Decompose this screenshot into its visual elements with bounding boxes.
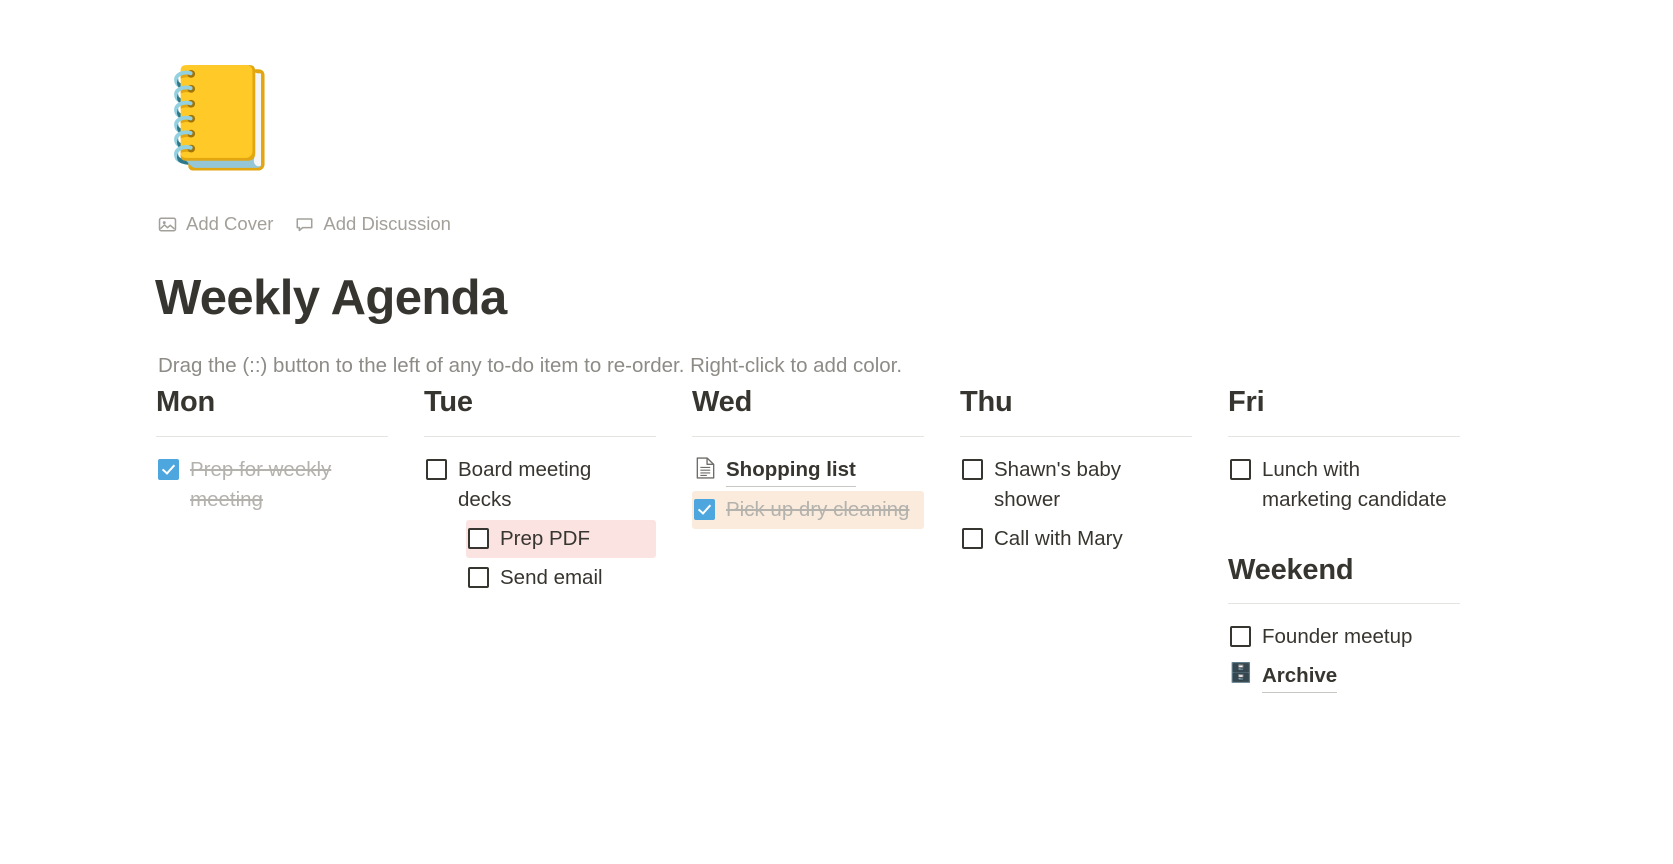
column-wed: Wed Shopping list Pick up dry cleaning xyxy=(692,383,960,530)
page-link-label: Archive xyxy=(1262,661,1338,694)
page-description: Drag the (::) button to the left of any … xyxy=(158,353,903,377)
checkbox-unchecked[interactable] xyxy=(1230,626,1251,648)
page-title[interactable]: Weekly Agenda xyxy=(155,270,507,326)
divider xyxy=(156,435,388,437)
todo-label: Send email xyxy=(500,565,603,589)
divider xyxy=(692,435,924,437)
todo-label: Prep for weekly meeting xyxy=(190,457,332,511)
todo-item[interactable]: Shawn's baby shower xyxy=(960,451,1192,519)
page-link-label: Shopping list xyxy=(726,455,856,487)
todo-item[interactable]: Prep PDF xyxy=(466,519,656,558)
todo-item[interactable]: Call with Mary xyxy=(960,520,1192,558)
checkbox-checked[interactable] xyxy=(694,498,715,520)
day-columns: Mon Prep for weekly meeting Tue Board me… xyxy=(156,383,1636,697)
add-cover-button[interactable]: Add Cover xyxy=(158,212,274,234)
column-heading-thu: Thu xyxy=(960,386,1013,418)
image-icon xyxy=(158,215,177,234)
todo-item[interactable]: Lunch with marketing candidate xyxy=(1228,451,1460,519)
divider xyxy=(1228,603,1460,605)
todo-label: Founder meetup xyxy=(1262,625,1413,649)
document-icon xyxy=(694,456,716,480)
column-heading-weekend: Weekend xyxy=(1228,553,1354,586)
page-emoji-icon[interactable]: 📒 xyxy=(158,60,283,176)
checkbox-unchecked[interactable] xyxy=(468,527,489,549)
column-heading-tue: Tue xyxy=(424,386,473,418)
checkbox-unchecked[interactable] xyxy=(962,527,983,549)
column-tue: Tue Board meeting decks Prep PDF Send em… xyxy=(424,383,692,597)
file-cabinet-emoji: 🗄️ xyxy=(1229,663,1253,685)
todo-label: Board meeting decks xyxy=(458,457,592,511)
column-mon: Mon Prep for weekly meeting xyxy=(156,383,424,520)
checkbox-checked[interactable] xyxy=(158,458,179,480)
file-cabinet-icon: 🗄️ xyxy=(1229,662,1253,686)
checkbox-unchecked[interactable] xyxy=(426,458,447,480)
page-meta-actions: Add Cover Add Discussion xyxy=(158,212,451,236)
document-page: 📒 Add Cover Add Discussion Weekly Agenda… xyxy=(0,0,1673,864)
todo-item[interactable]: Board meeting decks xyxy=(424,451,656,519)
column-thu: Thu Shawn's baby shower Call with Mary xyxy=(960,383,1228,559)
todo-item[interactable]: Founder meetup xyxy=(1228,618,1460,656)
add-discussion-button[interactable]: Add Discussion xyxy=(295,212,451,234)
checkbox-unchecked[interactable] xyxy=(962,458,983,480)
todo-label: Call with Mary xyxy=(994,526,1123,550)
column-heading-wed: Wed xyxy=(692,386,753,418)
page-link-archive[interactable]: 🗄️ Archive xyxy=(1228,657,1460,697)
divider xyxy=(424,435,656,437)
divider xyxy=(1228,435,1460,437)
comment-icon xyxy=(295,215,314,234)
todo-label: Prep PDF xyxy=(500,526,590,550)
divider xyxy=(960,435,1192,437)
column-heading-fri: Fri xyxy=(1228,386,1265,418)
todo-label: Shawn's baby shower xyxy=(994,457,1121,511)
todo-item[interactable]: Send email xyxy=(466,559,656,597)
column-fri: Fri Lunch with marketing candidate Weeke… xyxy=(1228,383,1496,697)
checkbox-unchecked[interactable] xyxy=(468,566,489,588)
todo-item[interactable]: Prep for weekly meeting xyxy=(156,451,388,519)
page-link-shopping-list[interactable]: Shopping list xyxy=(692,451,924,491)
column-heading-mon: Mon xyxy=(156,386,215,418)
add-cover-label: Add Cover xyxy=(186,212,274,234)
add-discussion-label: Add Discussion xyxy=(323,212,451,234)
checkbox-unchecked[interactable] xyxy=(1230,458,1251,480)
todo-label: Lunch with marketing candidate xyxy=(1262,457,1447,511)
todo-item[interactable]: Pick up dry cleaning xyxy=(692,490,924,529)
todo-label: Pick up dry cleaning xyxy=(726,497,910,521)
